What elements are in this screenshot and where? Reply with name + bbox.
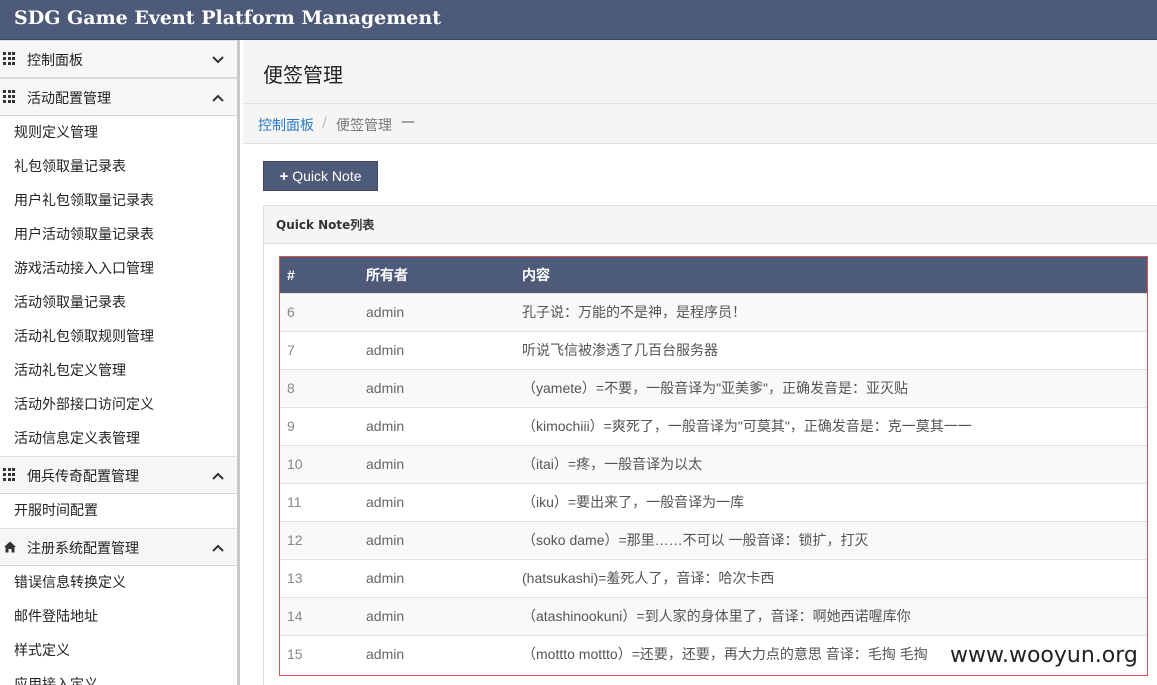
sidebar-item[interactable]: 游戏活动接入入口管理 (0, 252, 237, 286)
cell-owner: admin (366, 634, 522, 673)
main-content: 便签管理 控制面板 / 便签管理 — + Quick Note Quick No… (243, 40, 1157, 685)
plus-icon: + (279, 167, 289, 185)
breadcrumb: 控制面板 / 便签管理 — (243, 104, 1157, 144)
cell-content: （kimochiii）=爽死了，一般音译为"可莫其"，正确发音是：克一莫其一一 (522, 406, 1147, 445)
sidebar-item[interactable]: 用户礼包领取量记录表 (0, 184, 237, 218)
cell-content: （atashinookuni）=到人家的身体里了，音译：啊她西诺喔库你 (522, 596, 1147, 635)
cell-id: 9 (280, 406, 366, 445)
cell-owner: admin (366, 596, 522, 635)
table-header-row: # 所有者 内容 (280, 257, 1147, 293)
column-header-id[interactable]: # (280, 257, 366, 293)
table-row[interactable]: 14 admin （atashinookuni）=到人家的身体里了，音译：啊她西诺喔… (280, 596, 1147, 635)
sidebar-section-registration-config[interactable]: 注册系统配置管理 (0, 528, 237, 566)
cell-content: （itai）=疼，一般音译为以太 (522, 444, 1147, 483)
sidebar-section-label: 佣兵传奇配置管理 (27, 469, 139, 485)
table-row[interactable]: 8 admin （yamete）=不要，一般音译为"亚美爹"，正确发音是：亚灭贴 (280, 368, 1147, 407)
table-row[interactable]: 11 admin （iku）=要出来了，一般音译为一库 (280, 482, 1147, 521)
grid-icon (3, 90, 17, 104)
breadcrumb-current: 便签管理 (336, 118, 392, 134)
sidebar-section-label: 活动配置管理 (27, 91, 111, 107)
sidebar-item[interactable]: 活动礼包定义管理 (0, 354, 237, 388)
sidebar: 控制面板 活动配置管理 规则定义管理 礼包领取量记录表 用户礼包领取量记录表 用… (0, 40, 240, 685)
sidebar-item[interactable]: 礼包领取量记录表 (0, 150, 237, 184)
column-header-owner[interactable]: 所有者 (366, 257, 522, 293)
cell-owner: admin (366, 520, 522, 559)
cell-id: 12 (280, 520, 366, 559)
quick-note-table-container: # 所有者 内容 6 admin 孔子说：万能的不是神，是程序员！ 7 admin 听说… (279, 256, 1148, 676)
cell-content: （soko dame）=那里……不可以 一般音译：锁扩，打灭 (522, 520, 1147, 559)
sidebar-section-label: 注册系统配置管理 (27, 541, 139, 557)
cell-content: （iku）=要出来了，一般音译为一库 (522, 482, 1147, 521)
sidebar-section-label: 控制面板 (27, 53, 83, 69)
sidebar-item[interactable]: 规则定义管理 (0, 116, 237, 150)
sidebar-item[interactable]: 错误信息转换定义 (0, 566, 237, 600)
cell-owner: admin (366, 482, 522, 521)
sidebar-item[interactable]: 活动信息定义表管理 (0, 422, 237, 456)
quick-note-table: # 所有者 内容 6 admin 孔子说：万能的不是神，是程序员！ 7 admin 听说… (280, 257, 1147, 673)
breadcrumb-home-link[interactable]: 控制面板 (258, 115, 314, 135)
column-header-content[interactable]: 内容 (522, 257, 1147, 293)
cell-id: 11 (280, 482, 366, 521)
cell-id: 7 (280, 330, 366, 369)
cell-owner: admin (366, 330, 522, 369)
cell-id: 8 (280, 368, 366, 407)
quick-note-button-label: Quick Note (292, 168, 362, 184)
table-row[interactable]: 12 admin （soko dame）=那里……不可以 一般音译：锁扩，打灭 (280, 520, 1147, 559)
table-row[interactable]: 10 admin （itai）=疼，一般音译为以太 (280, 444, 1147, 483)
sidebar-section-activity-config[interactable]: 活动配置管理 (0, 78, 237, 116)
sidebar-item[interactable]: 样式定义 (0, 634, 237, 668)
table-row[interactable]: 9 admin （kimochiii）=爽死了，一般音译为"可莫其"，正确发音是：克… (280, 406, 1147, 445)
chevron-up-icon (212, 544, 224, 552)
cell-owner: admin (366, 444, 522, 483)
cell-id: 14 (280, 596, 366, 635)
app-title[interactable]: SDG Game Event Platform Management (14, 7, 441, 29)
home-icon (4, 541, 16, 553)
cell-id: 15 (280, 634, 366, 673)
cell-owner: admin (366, 292, 522, 331)
top-navbar: SDG Game Event Platform Management (0, 0, 1157, 40)
sidebar-item[interactable]: 活动礼包领取规则管理 (0, 320, 237, 354)
page-header: 便签管理 (243, 40, 1157, 104)
cell-owner: admin (366, 406, 522, 445)
chevron-down-icon (212, 56, 224, 64)
cell-owner: admin (366, 368, 522, 407)
sidebar-item[interactable]: 应用接入定义 (0, 668, 237, 685)
sidebar-item[interactable]: 邮件登陆地址 (0, 600, 237, 634)
table-row[interactable]: 6 admin 孔子说：万能的不是神，是程序员！ (280, 292, 1147, 331)
sidebar-item[interactable]: 活动外部接口访问定义 (0, 388, 237, 422)
cell-content: 听说飞信被渗透了几百台服务器 (522, 330, 1147, 369)
grid-icon (3, 468, 17, 482)
breadcrumb-suffix: — (401, 114, 415, 130)
cell-content: (hatsukashi)=羞死人了，音译：哈次卡西 (522, 558, 1147, 597)
sidebar-item[interactable]: 开服时间配置 (0, 494, 237, 528)
sidebar-section-mercenary-config[interactable]: 佣兵传奇配置管理 (0, 456, 237, 494)
chevron-up-icon (212, 94, 224, 102)
quick-note-button[interactable]: + Quick Note (263, 161, 378, 191)
cell-owner: admin (366, 558, 522, 597)
breadcrumb-separator: / (322, 115, 327, 131)
chevron-up-icon (212, 472, 224, 480)
cell-content: 孔子说：万能的不是神，是程序员！ (522, 292, 1147, 331)
grid-icon (3, 52, 17, 66)
cell-id: 13 (280, 558, 366, 597)
sidebar-item[interactable]: 用户活动领取量记录表 (0, 218, 237, 252)
sidebar-item[interactable]: 活动领取量记录表 (0, 286, 237, 320)
table-row[interactable]: 13 admin (hatsukashi)=羞死人了，音译：哈次卡西 (280, 558, 1147, 597)
panel-title: Quick Note列表 (264, 206, 1157, 244)
table-row[interactable]: 7 admin 听说飞信被渗透了几百台服务器 (280, 330, 1147, 369)
cell-id: 6 (280, 292, 366, 331)
sidebar-section-dashboard[interactable]: 控制面板 (0, 40, 237, 78)
cell-content: （yamete）=不要，一般音译为"亚美爹"，正确发音是：亚灭贴 (522, 368, 1147, 407)
watermark: www.wooyun.org (950, 643, 1138, 668)
page-title: 便签管理 (263, 63, 343, 87)
cell-id: 10 (280, 444, 366, 483)
